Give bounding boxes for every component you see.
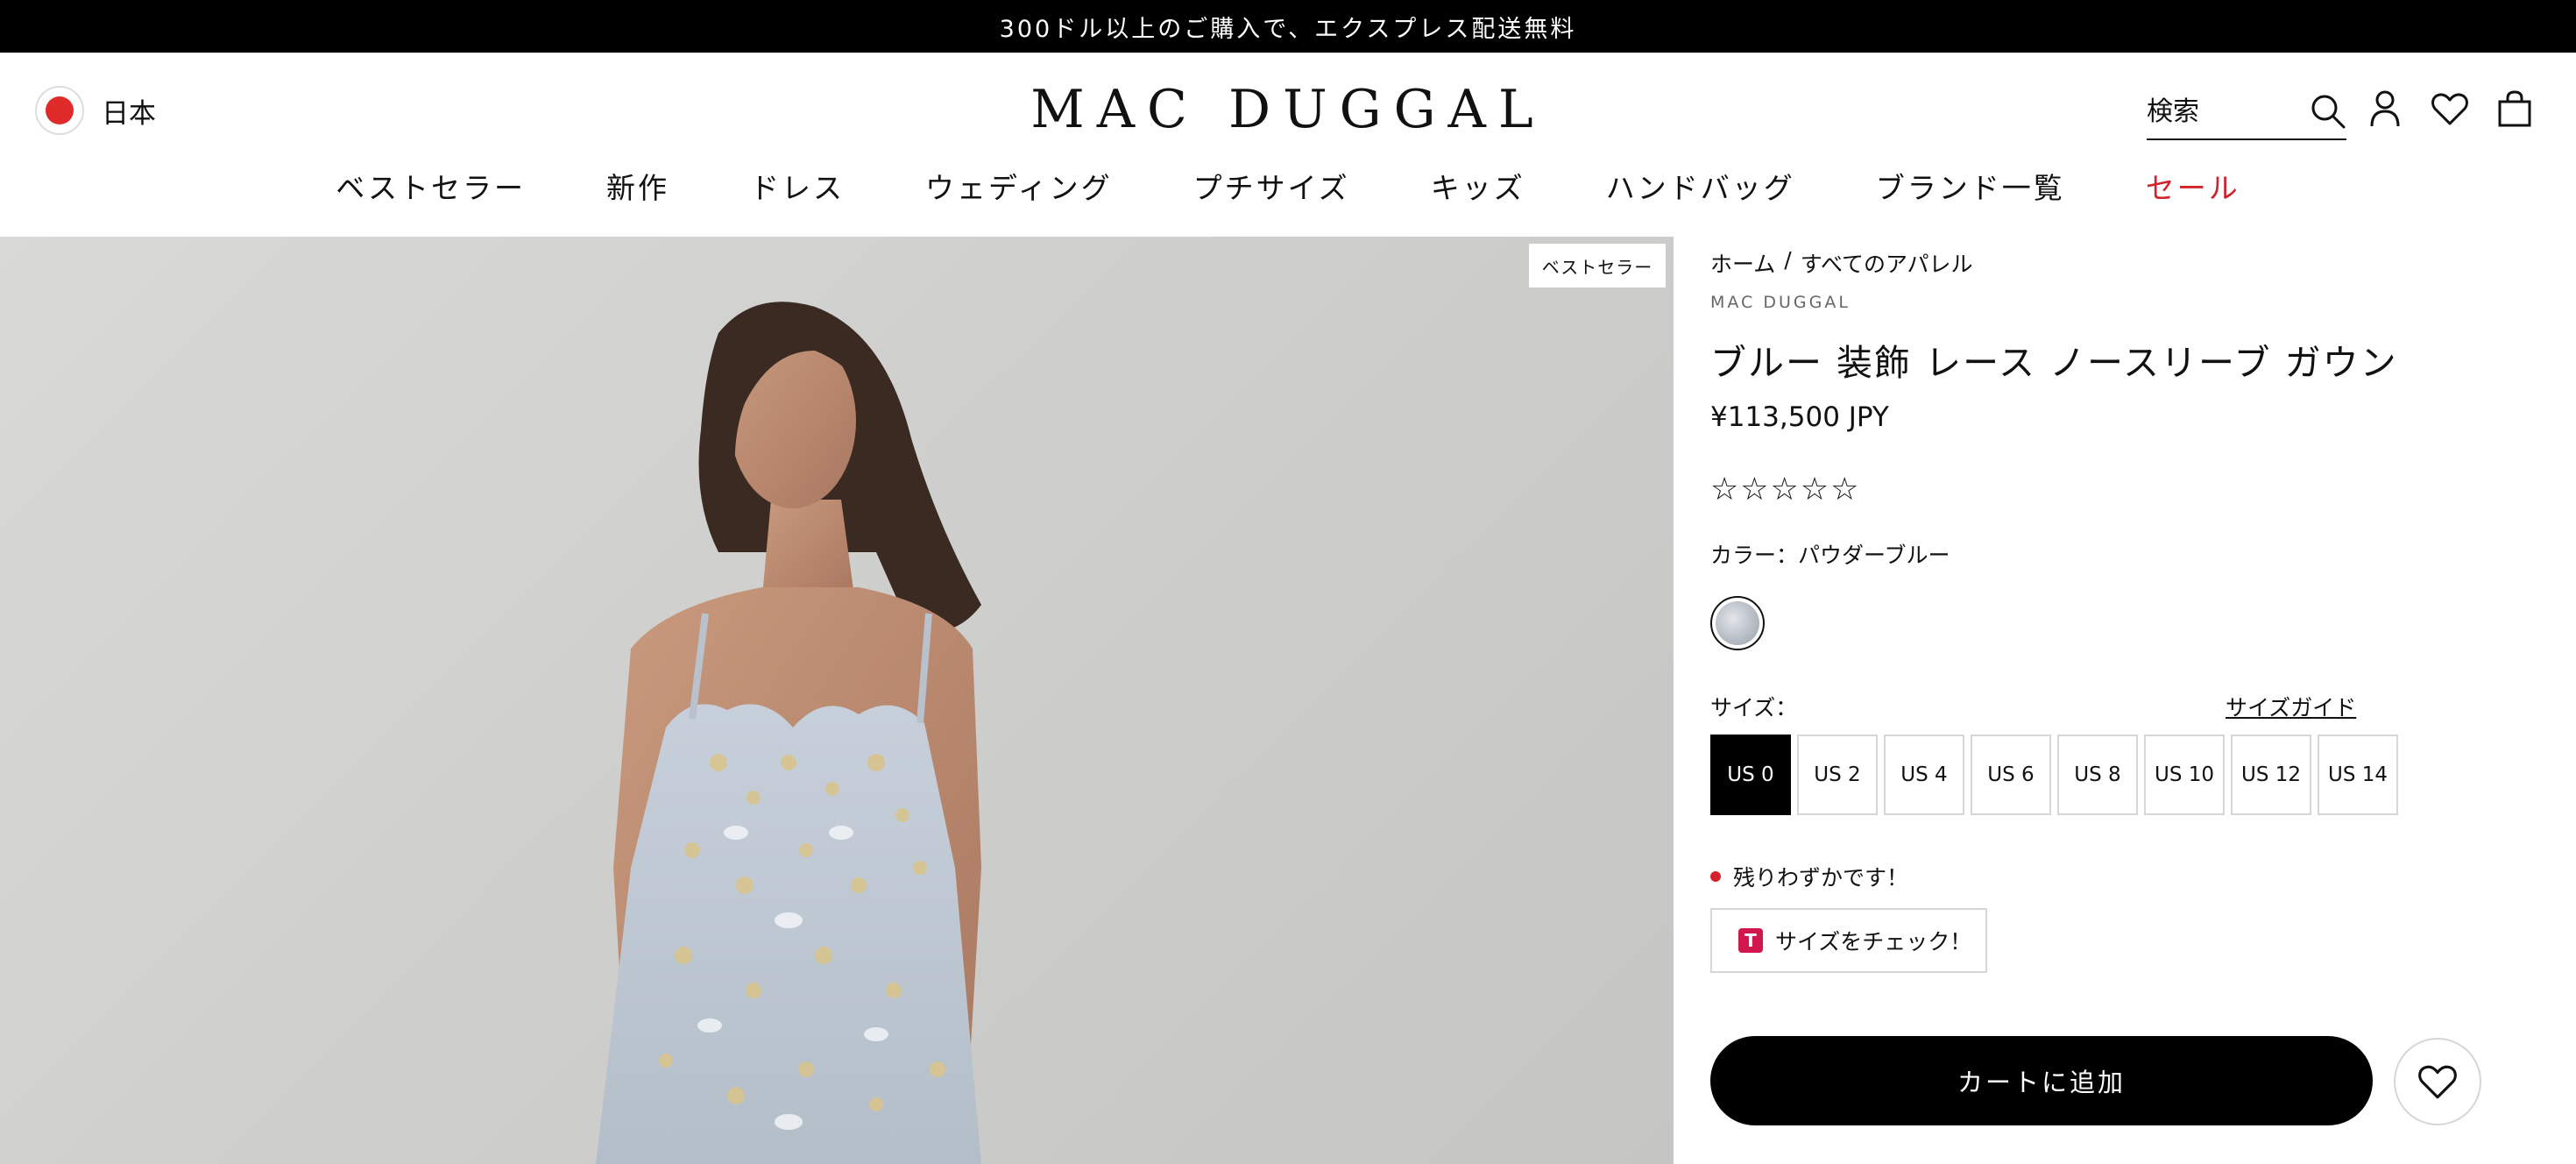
- heart-icon: [2418, 1065, 2457, 1099]
- fit-check-label: サイズをチェック！: [1775, 929, 1972, 955]
- site-header: 日本 MAC DUGGAL ベストセラー 新作 ドレス ウェディング プチサイズ…: [0, 53, 2576, 237]
- nav-item-bestsellers[interactable]: ベストセラー: [295, 165, 566, 207]
- true-fit-icon: T: [1738, 928, 1763, 953]
- size-option[interactable]: US 6: [1971, 735, 2051, 815]
- add-to-cart-button[interactable]: カートに追加: [1710, 1036, 2373, 1125]
- color-label: カラー：パウダーブルー: [1710, 543, 1950, 568]
- nav-item-wedding[interactable]: ウェディング: [885, 165, 1153, 207]
- nav-item-petite[interactable]: プチサイズ: [1153, 165, 1391, 207]
- size-option[interactable]: US 12: [2231, 735, 2311, 815]
- breadcrumb-separator: /: [1784, 247, 1792, 273]
- size-guide-link[interactable]: サイズガイド: [2226, 691, 2356, 722]
- nav-item-kids[interactable]: キッズ: [1391, 165, 1566, 207]
- cart-bag-icon[interactable]: [2495, 84, 2534, 133]
- locale-selector[interactable]: 日本: [35, 86, 156, 135]
- swatch-image: [1716, 601, 1759, 645]
- product-image[interactable]: ベストセラー: [0, 237, 1674, 1164]
- size-option[interactable]: US 10: [2144, 735, 2225, 815]
- stock-dot-icon: [1710, 871, 1721, 882]
- nav-item-dresses[interactable]: ドレス: [710, 165, 885, 207]
- product-brand[interactable]: MAC DUGGAL: [1710, 293, 1851, 312]
- japan-flag-icon: [35, 86, 84, 135]
- size-option[interactable]: US 8: [2057, 735, 2138, 815]
- product-price: ¥113,500 JPY: [1710, 401, 1889, 433]
- wishlist-icon[interactable]: [2431, 84, 2469, 133]
- account-icon[interactable]: [2366, 84, 2404, 133]
- breadcrumb-category[interactable]: すべてのアパレル: [1801, 247, 1973, 279]
- nav-item-handbags[interactable]: ハンドバッグ: [1566, 165, 1836, 207]
- search-box: [2147, 84, 2346, 140]
- site-logo[interactable]: MAC DUGGAL: [1025, 79, 1551, 140]
- add-to-wishlist-button[interactable]: [2394, 1038, 2481, 1125]
- size-option[interactable]: US 14: [2318, 735, 2398, 815]
- color-swatch-powder-blue[interactable]: [1710, 596, 1765, 650]
- bestseller-badge: ベストセラー: [1529, 244, 1666, 287]
- locale-label: 日本: [102, 97, 156, 130]
- size-option[interactable]: US 4: [1884, 735, 1964, 815]
- nav-item-new[interactable]: 新作: [566, 165, 710, 207]
- stock-message: 残りわずかです！: [1733, 865, 1909, 891]
- breadcrumb-home[interactable]: ホーム: [1710, 247, 1775, 279]
- announcement-bar: 300ドル以上のご購入で、エクスプレス配送無料: [0, 0, 2576, 53]
- model-photo: [596, 302, 981, 1164]
- search-input[interactable]: [2147, 96, 2287, 127]
- size-option[interactable]: US 2: [1797, 735, 1878, 815]
- header-icons: [2366, 84, 2534, 133]
- size-label: サイズ：: [1710, 695, 1798, 720]
- size-option[interactable]: US 0: [1710, 735, 1791, 815]
- stock-status: 残りわずかです！: [1710, 861, 1908, 892]
- size-options: US 0 US 2 US 4 US 6 US 8 US 10 US 12 US …: [1710, 735, 2398, 815]
- rating-stars[interactable]: ☆☆☆☆☆: [1710, 472, 1860, 507]
- main-nav: ベストセラー 新作 ドレス ウェディング プチサイズ キッズ ハンドバッグ ブラ…: [0, 165, 2576, 207]
- product-title: ブルー 装飾 レース ノースリーブ ガウン: [1710, 342, 2398, 384]
- breadcrumb: ホーム / すべてのアパレル: [1710, 247, 1972, 279]
- nav-item-sale[interactable]: セール: [2105, 165, 2281, 207]
- fit-check-button[interactable]: T サイズをチェック！: [1710, 908, 1987, 973]
- announcement-text: 300ドル以上のご購入で、エクスプレス配送無料: [999, 15, 1577, 43]
- search-icon[interactable]: [2310, 93, 2346, 130]
- nav-item-brands[interactable]: ブランド一覧: [1836, 165, 2105, 207]
